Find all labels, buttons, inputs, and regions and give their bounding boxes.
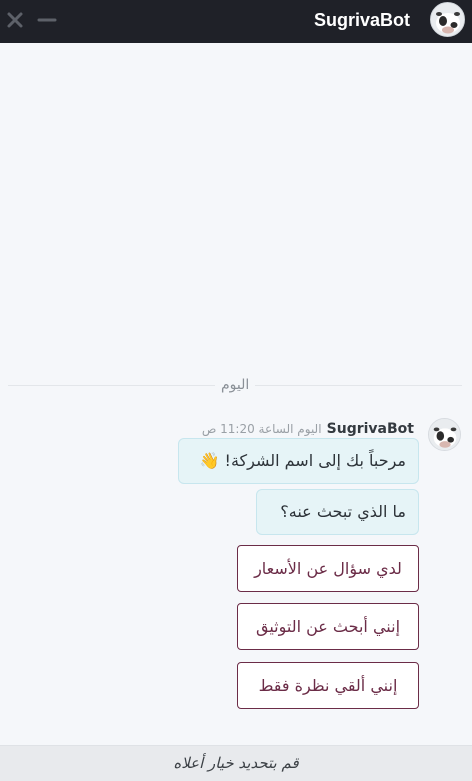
composer-bar: قم بتحديد خيار أعلاه (0, 745, 472, 781)
minimize-icon[interactable] (36, 9, 58, 31)
message-timestamp: اليوم الساعة 11:20 ص (201, 422, 322, 436)
chat-window: SugrivaBot اليوم SugrivaBot اليوم الساعة… (0, 0, 472, 781)
waving-hand-icon: 👋 (199, 451, 220, 470)
day-label: اليوم (215, 377, 256, 393)
message-meta: SugrivaBot اليوم الساعة 11:20 ص (202, 418, 414, 437)
option-just-browsing-button[interactable]: إنني ألقي نظرة فقط (237, 662, 419, 709)
message-text: ما الذي تبحث عنه؟ (280, 502, 406, 521)
message-bubble: مرحباً بك إلى اسم الشركة! 👋 (178, 438, 419, 484)
message-avatar (428, 418, 461, 451)
message-text: مرحباً بك إلى اسم الشركة! (224, 451, 406, 470)
option-documentation-button[interactable]: إنني أبحث عن التوثيق (237, 603, 419, 650)
option-pricing-question-button[interactable]: لدي سؤال عن الأسعار (237, 545, 419, 592)
close-icon[interactable] (4, 9, 26, 31)
message-author: SugrivaBot (326, 421, 414, 437)
bot-avatar (430, 2, 465, 37)
header-title: SugrivaBot (313, 10, 410, 30)
composer-placeholder: قم بتحديد خيار أعلاه (173, 754, 299, 772)
message-bubble: ما الذي تبحث عنه؟ (256, 489, 419, 535)
chat-header: SugrivaBot (0, 0, 472, 43)
